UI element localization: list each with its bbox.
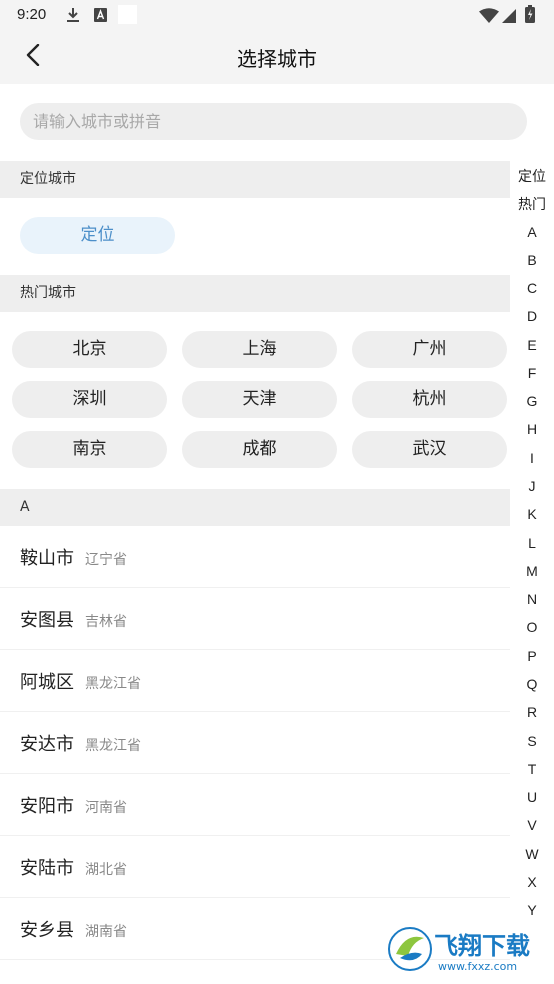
page-title: 选择城市 <box>237 47 317 71</box>
city-name: 鞍山市 <box>20 548 74 569</box>
index-item[interactable]: L <box>510 535 554 551</box>
index-item[interactable]: 热门 <box>510 194 554 214</box>
hot-city-button[interactable]: 广州 <box>352 331 507 368</box>
index-item[interactable]: N <box>510 591 554 607</box>
hot-city-button[interactable]: 武汉 <box>352 431 507 468</box>
section-header-hot: 热门城市 <box>0 275 510 312</box>
city-name: 安阳市 <box>20 796 74 817</box>
index-item[interactable]: Y <box>510 902 554 918</box>
index-item[interactable]: E <box>510 337 554 353</box>
index-item[interactable]: J <box>510 478 554 494</box>
index-item[interactable]: R <box>510 704 554 720</box>
city-name: 安乡县 <box>20 920 74 941</box>
city-list-item[interactable]: 阿城区 黑龙江省 <box>0 650 510 712</box>
city-list-item[interactable]: 安阳市 河南省 <box>0 774 510 836</box>
city-province: 河南省 <box>85 800 127 816</box>
index-item[interactable]: X <box>510 874 554 890</box>
index-item[interactable]: S <box>510 733 554 749</box>
hot-city-button[interactable]: 上海 <box>182 331 337 368</box>
city-province: 湖南省 <box>85 924 127 940</box>
city-name: 安图县 <box>20 610 74 631</box>
index-item[interactable]: T <box>510 761 554 777</box>
city-name: 安陆市 <box>20 858 74 879</box>
section-header-letter: A <box>0 489 510 526</box>
index-item[interactable]: Q <box>510 676 554 692</box>
blank-square-icon <box>118 5 137 28</box>
index-item[interactable]: I <box>510 450 554 466</box>
a-badge-icon <box>94 7 107 26</box>
city-province: 湖北省 <box>85 862 127 878</box>
wifi-icon <box>479 8 499 27</box>
hot-city-button[interactable]: 深圳 <box>12 381 167 418</box>
hot-city-button[interactable]: 杭州 <box>352 381 507 418</box>
svg-text:www.fxxz.com: www.fxxz.com <box>438 960 517 973</box>
city-province: 辽宁省 <box>85 552 127 568</box>
index-item[interactable]: G <box>510 393 554 409</box>
index-item[interactable]: U <box>510 789 554 805</box>
city-name: 阿城区 <box>20 672 74 693</box>
status-bar: 9:20 <box>0 0 554 30</box>
index-item[interactable]: A <box>510 224 554 240</box>
index-item[interactable]: D <box>510 308 554 324</box>
status-time: 9:20 <box>17 6 47 23</box>
locate-button[interactable]: 定位 <box>20 217 175 254</box>
download-icon <box>66 7 80 27</box>
index-item[interactable]: W <box>510 846 554 862</box>
app-bar: 选择城市 <box>0 30 554 84</box>
search-input[interactable] <box>20 103 527 140</box>
city-list-item[interactable]: 安图县 吉林省 <box>0 588 510 650</box>
index-item[interactable]: H <box>510 421 554 437</box>
signal-icon <box>502 8 516 27</box>
watermark-logo: 飞翔下载 www.fxxz.com <box>388 924 546 974</box>
index-item[interactable]: F <box>510 365 554 381</box>
index-item[interactable]: V <box>510 817 554 833</box>
index-item[interactable]: C <box>510 280 554 296</box>
city-province: 吉林省 <box>85 614 127 630</box>
city-list-item[interactable]: 安达市 黑龙江省 <box>0 712 510 774</box>
city-list-item[interactable]: 鞍山市 辽宁省 <box>0 526 510 588</box>
index-item[interactable]: 定位 <box>510 166 554 186</box>
hot-city-button[interactable]: 北京 <box>12 331 167 368</box>
city-list-item[interactable]: 安陆市 湖北省 <box>0 836 510 898</box>
index-item[interactable]: B <box>510 252 554 268</box>
hot-city-button[interactable]: 成都 <box>182 431 337 468</box>
city-province: 黑龙江省 <box>85 738 141 754</box>
index-item[interactable]: P <box>510 648 554 664</box>
city-name: 安达市 <box>20 734 74 755</box>
index-item[interactable]: K <box>510 506 554 522</box>
battery-icon <box>525 5 535 27</box>
index-item[interactable]: O <box>510 619 554 635</box>
section-header-location: 定位城市 <box>0 161 510 198</box>
hot-city-button[interactable]: 南京 <box>12 431 167 468</box>
hot-city-button[interactable]: 天津 <box>182 381 337 418</box>
city-province: 黑龙江省 <box>85 676 141 692</box>
svg-text:飞翔下载: 飞翔下载 <box>434 932 530 960</box>
index-item[interactable]: M <box>510 563 554 579</box>
